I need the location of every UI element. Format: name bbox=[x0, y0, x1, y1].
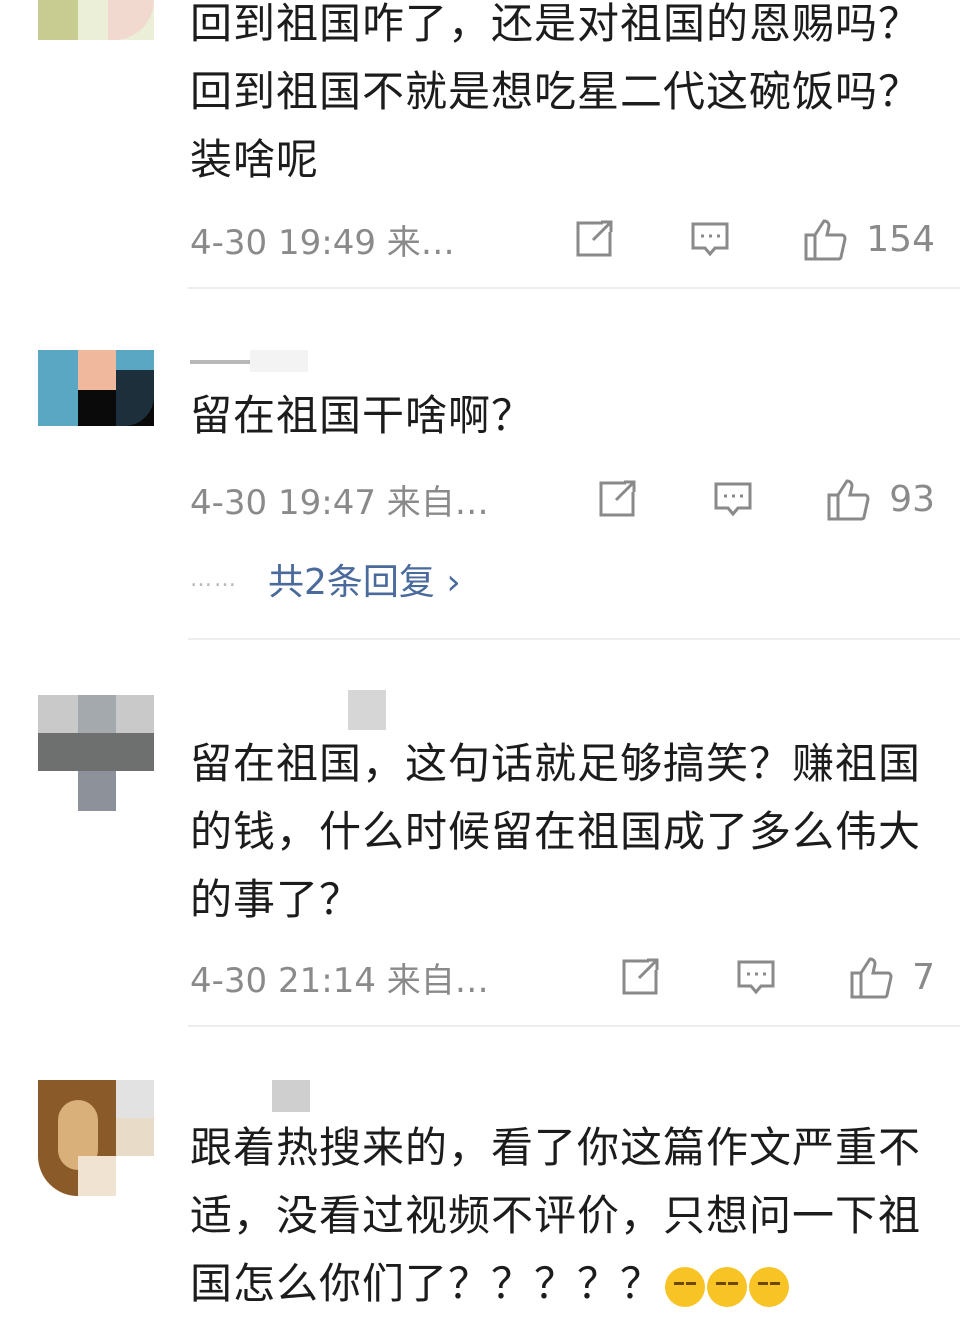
comment-icon[interactable] bbox=[711, 478, 755, 520]
comment-text: 跟着热搜来的，看了你这篇作文严重不适，没看过视频不评价，只想问一下祖国怎么你们了… bbox=[190, 1114, 930, 1318]
like-button[interactable]: 93 bbox=[825, 475, 935, 523]
comment-text-body: 跟着热搜来的，看了你这篇作文严重不适，没看过视频不评价，只想问一下祖国怎么你们了… bbox=[190, 1123, 922, 1308]
thinking-face-icon bbox=[749, 1266, 790, 1307]
avatar[interactable] bbox=[38, 1080, 154, 1196]
share-icon[interactable] bbox=[595, 478, 639, 520]
comment-meta: 4-30 19:49 来… 154 bbox=[190, 214, 935, 264]
comment-meta: 4-30 19:47 来自… 93 bbox=[190, 474, 935, 524]
comment-time: 4-30 19:47 来自… bbox=[190, 482, 489, 523]
comment-item: 留在祖国，这句话就足够搞笑？赚祖国的钱，什么时候留在祖国成了多么伟大的事了？ 4… bbox=[0, 640, 960, 1028]
avatar[interactable] bbox=[38, 0, 154, 40]
like-button[interactable]: 154 bbox=[802, 215, 935, 263]
username[interactable] bbox=[190, 690, 390, 730]
thinking-face-icon bbox=[665, 1266, 706, 1307]
share-icon[interactable] bbox=[572, 218, 616, 260]
comment-text: 留在祖国，这句话就足够搞笑？赚祖国的钱，什么时候留在祖国成了多么伟大的事了？ bbox=[190, 739, 922, 924]
like-button[interactable]: 7 bbox=[848, 953, 935, 1001]
avatar[interactable] bbox=[38, 350, 154, 466]
view-replies-link[interactable]: …… 共2条回复 › bbox=[190, 554, 461, 604]
like-count: 154 bbox=[866, 218, 935, 260]
like-icon bbox=[850, 957, 893, 999]
comment-item: 回到祖国咋了，还是对祖国的恩赐吗？回到祖国不就是想吃星二代这碗饭吗？装啥呢 4-… bbox=[0, 0, 960, 290]
divider bbox=[188, 287, 960, 289]
comment-time: 4-30 21:14 来自… bbox=[190, 960, 489, 1001]
comment-item: 留在祖国干啥啊？ 4-30 19:47 来自… 93 …… 共2条回复 › bbox=[0, 290, 960, 640]
comment-text: 留在祖国干啥啊？ bbox=[190, 391, 535, 440]
like-icon bbox=[827, 479, 870, 521]
like-icon bbox=[804, 219, 847, 261]
like-count: 93 bbox=[889, 478, 935, 520]
replies-label: 共2条回复 › bbox=[268, 562, 461, 603]
comment-time: 4-30 19:49 来… bbox=[190, 222, 455, 263]
username[interactable] bbox=[190, 350, 310, 372]
comment-icon[interactable] bbox=[688, 218, 732, 260]
replies-dots: …… bbox=[190, 566, 238, 592]
comment-icon[interactable] bbox=[734, 956, 778, 998]
divider bbox=[188, 1025, 960, 1027]
like-count: 7 bbox=[912, 956, 935, 998]
username[interactable] bbox=[190, 1080, 320, 1112]
comment-text: 回到祖国咋了，还是对祖国的恩赐吗？回到祖国不就是想吃星二代这碗饭吗？装啥呢 bbox=[190, 0, 922, 184]
avatar[interactable] bbox=[38, 695, 154, 811]
share-icon[interactable] bbox=[618, 956, 662, 998]
comment-item: 跟着热搜来的，看了你这篇作文严重不适，没看过视频不评价，只想问一下祖国怎么你们了… bbox=[0, 1028, 960, 1308]
thinking-face-icon bbox=[707, 1266, 748, 1307]
comment-meta: 4-30 21:14 来自… 7 bbox=[190, 952, 935, 1002]
